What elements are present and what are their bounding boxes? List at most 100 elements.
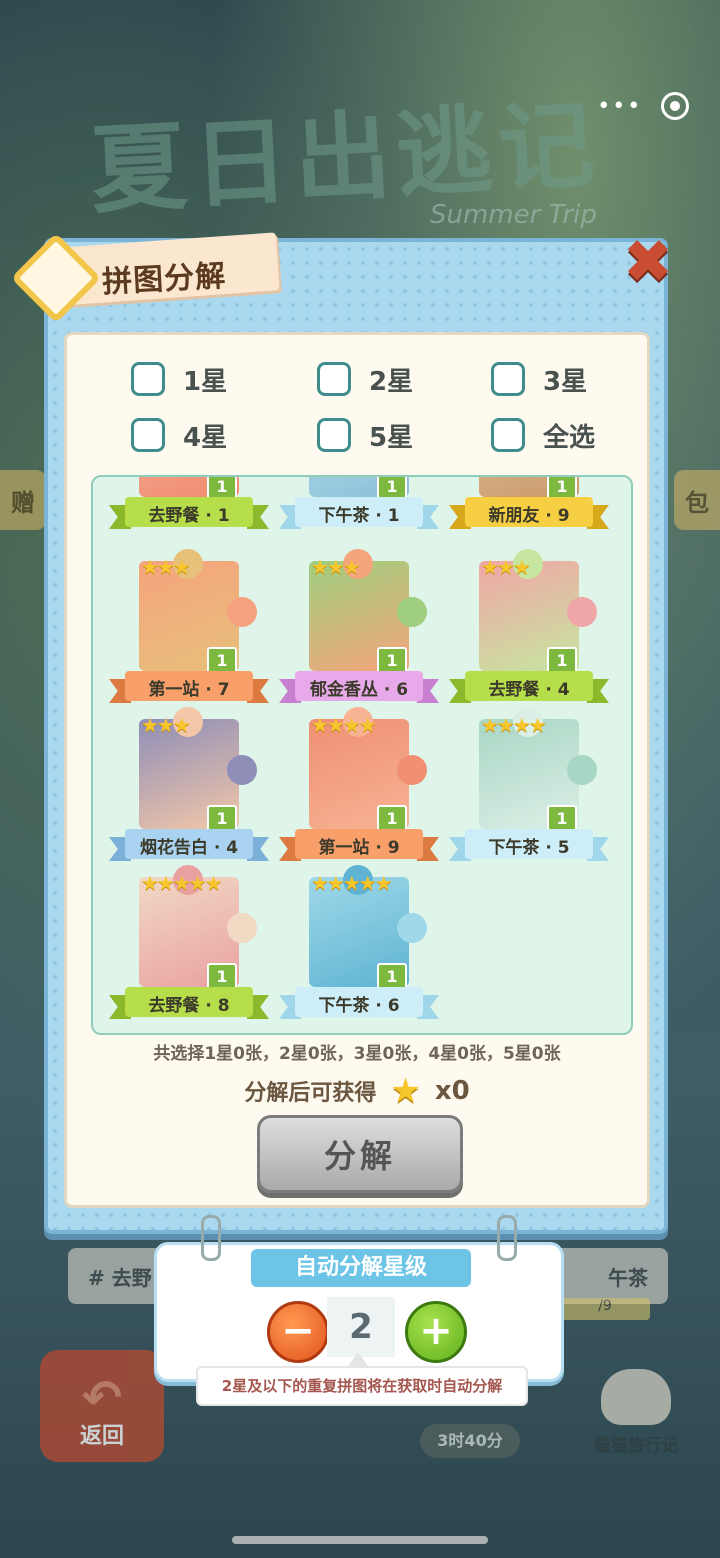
tooltip-arrow [348, 1352, 368, 1366]
checkbox-box[interactable] [491, 362, 525, 396]
puzzle-knob [227, 755, 257, 785]
panel-title-tag: 拼图分解 [10, 230, 308, 324]
name-ribbon: 第一站 · 9 [279, 827, 439, 863]
checkbox-box[interactable] [317, 418, 351, 452]
hook-icon [497, 1215, 517, 1261]
back-button[interactable]: ↶ 返回 [40, 1350, 164, 1462]
name-ribbon: 郁金香丛 · 6 [279, 669, 439, 705]
cat-travel-label: 猫猫旅行记 [593, 1436, 679, 1456]
checkbox-1-star[interactable]: 1星 [131, 359, 227, 399]
checkbox-box[interactable] [317, 362, 351, 396]
name-ribbon: 去野餐 · 4 [449, 669, 609, 705]
cat-travel-entry[interactable]: 猫猫旅行记 [576, 1356, 696, 1456]
puzzle-knob [567, 597, 597, 627]
puzzle-name: 第一站 · 7 [148, 679, 230, 700]
hook-icon [201, 1215, 221, 1261]
checkbox-3-star[interactable]: 3星 [491, 359, 587, 399]
gain-label: 分解后可获得 [244, 1081, 377, 1106]
puzzle-card[interactable]: ★★★★ 1 下午茶 · 5 [449, 707, 609, 869]
more-icon[interactable]: ••• [597, 94, 642, 119]
puzzle-card[interactable]: 1 新朋友 · 9 [449, 477, 609, 537]
checkbox-box[interactable] [491, 418, 525, 452]
gain-row: 分解后可获得 ★ x0 [67, 1071, 647, 1111]
decompose-button-label: 分解 [323, 1137, 396, 1175]
puzzle-knob [397, 913, 427, 943]
puzzle-knob [227, 597, 257, 627]
strip-left-text: # 去野 [88, 1265, 152, 1290]
checkbox-label: 全选 [543, 422, 596, 453]
name-ribbon: 新朋友 · 9 [449, 495, 609, 531]
name-ribbon: 去野餐 · 1 [109, 495, 269, 531]
cat-icon [601, 1369, 671, 1425]
name-ribbon: 下午茶 · 1 [279, 495, 439, 531]
rarity-stars: ★★★★★ [141, 871, 223, 895]
checkbox-box[interactable] [131, 418, 165, 452]
checkbox-select-all[interactable]: 全选 [491, 415, 595, 455]
puzzle-card[interactable]: ★★★ 1 去野餐 · 4 [449, 549, 609, 711]
puzzle-name: 下午茶 · 1 [318, 505, 400, 526]
auto-decompose-tip: 2星及以下的重复拼图将在获取时自动分解 [196, 1366, 528, 1406]
panel-content: 1星 2星 3星 4星 5星 全选 1 去野餐 · 11下午茶 · 1 1 新朋… [64, 332, 650, 1208]
puzzle-card[interactable]: ★★★ 1 烟花告白 · 4 [109, 707, 269, 869]
checkbox-5-star[interactable]: 5星 [317, 415, 413, 455]
auto-decompose-title: 自动分解星级 [251, 1249, 471, 1287]
mini-program-capsule[interactable]: ••• [588, 86, 698, 126]
puzzle-knob [397, 597, 427, 627]
puzzle-card[interactable]: ★★★★★ 1 下午茶 · 6 [279, 865, 439, 1027]
puzzle-card[interactable]: ★★★ 1 郁金香丛 · 6 [279, 549, 439, 711]
puzzle-knob [397, 755, 427, 785]
puzzle-knob [227, 913, 257, 943]
game-subtitle-art: Summer Trip [430, 200, 597, 230]
checkbox-4-star[interactable]: 4星 [131, 415, 227, 455]
puzzle-card[interactable]: 1 下午茶 · 1 [279, 477, 439, 537]
rarity-stars: ★★★ [141, 713, 191, 737]
name-ribbon: 下午茶 · 5 [449, 827, 609, 863]
rarity-stars: ★★★★ [481, 713, 547, 737]
star-currency-icon: ★ [390, 1071, 421, 1111]
rarity-stars: ★★★★★ [311, 871, 393, 895]
rarity-stars: ★★★ [141, 555, 191, 579]
checkbox-label: 2星 [369, 366, 414, 397]
increase-level-button[interactable]: + [405, 1301, 467, 1363]
puzzle-card[interactable]: ★★★★ 1 第一站 · 9 [279, 707, 439, 869]
back-button-label: 返回 [79, 1424, 124, 1449]
puzzle-card[interactable]: ★★★★★ 1 去野餐 · 8 [109, 865, 269, 1027]
decompose-button[interactable]: 分解 [257, 1115, 463, 1193]
checkbox-box[interactable] [131, 362, 165, 396]
panel-title: 拼图分解 [101, 258, 228, 301]
back-arrow-icon: ↶ [81, 1370, 123, 1426]
puzzle-decompose-panel: 拼图分解 ✖ 1星 2星 3星 4星 5星 全选 1 去野餐 · 1 1 下午茶… [10, 232, 673, 1234]
puzzle-card[interactable]: 1 去野餐 · 1 [109, 477, 269, 537]
name-ribbon: 第一站 · 7 [109, 669, 269, 705]
puzzle-name: 新朋友 · 9 [488, 505, 570, 526]
rarity-stars: ★★★ [481, 555, 531, 579]
rarity-stars: ★★★ [311, 555, 361, 579]
puzzle-name: 烟花告白 · 4 [139, 837, 239, 858]
selection-summary: 共选择1星0张，2星0张，3星0张，4星0张，5星0张 [153, 1044, 561, 1064]
timer-badge: 3时40分 [420, 1424, 520, 1458]
rarity-stars: ★★★★ [311, 713, 377, 737]
puzzle-name: 去野餐 · 8 [148, 995, 230, 1016]
checkbox-label: 1星 [183, 366, 228, 397]
name-ribbon: 下午茶 · 6 [279, 985, 439, 1021]
puzzle-name: 下午茶 · 5 [488, 837, 570, 858]
close-app-icon[interactable] [660, 92, 689, 120]
puzzle-name: 去野餐 · 4 [488, 679, 570, 700]
checkbox-label: 5星 [369, 422, 414, 453]
puzzle-knob [567, 755, 597, 785]
checkbox-label: 4星 [183, 422, 228, 453]
checkbox-2-star[interactable]: 2星 [317, 359, 413, 399]
auto-level-value: 2 [327, 1297, 395, 1357]
puzzle-name: 第一站 · 9 [318, 837, 400, 858]
puzzle-name: 下午茶 · 6 [318, 995, 400, 1016]
home-indicator[interactable] [232, 1536, 488, 1544]
gain-value: x0 [434, 1076, 470, 1106]
side-tab-right: 包 [674, 470, 720, 530]
puzzle-card-grid: 1 去野餐 · 1 1 下午茶 · 1 1 新朋友 · 9 ★★★ 1 第一站 · 7 ★★★ 1 郁… [91, 475, 633, 1035]
puzzle-card[interactable]: ★★★ 1 第一站 · 7 [109, 549, 269, 711]
close-icon[interactable]: ✖ [618, 232, 678, 294]
puzzle-name: 郁金香丛 · 6 [309, 679, 409, 700]
decrease-level-button[interactable]: − [267, 1301, 329, 1363]
background-progress: /9 [560, 1298, 650, 1320]
side-tab-left: 赠 [0, 470, 46, 530]
